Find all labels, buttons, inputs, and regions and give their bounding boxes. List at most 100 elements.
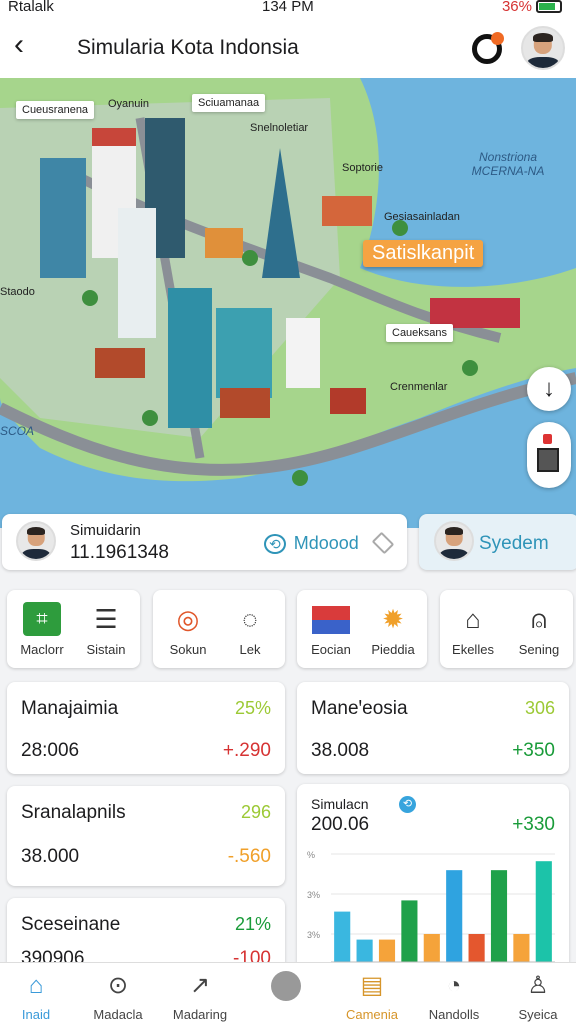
tab-calendar[interactable]: ▤ Camenia — [336, 971, 408, 1022]
avatar-icon — [271, 971, 301, 1001]
quick-action-group: ⌗ Maclorr ☰ Sistain — [7, 590, 140, 668]
map-label[interactable]: Soptorie — [342, 162, 383, 174]
chart-bar[interactable] — [378, 939, 396, 962]
quick-action-chat[interactable]: ◌ Lek — [221, 602, 279, 657]
chart-bar[interactable] — [535, 861, 552, 962]
map-label[interactable]: Crenmenlar — [390, 381, 447, 393]
quick-action-label: Sistain — [86, 642, 126, 657]
tab-profile[interactable]: ♙ Syeica — [502, 971, 574, 1022]
stat-title: Sranalapnils — [21, 802, 126, 823]
map-label[interactable]: Caueksans — [386, 324, 454, 342]
tab-label: Nandolls — [428, 1007, 480, 1022]
calendar-icon: ▤ — [360, 972, 384, 999]
quick-action-flag[interactable]: Eocian — [303, 602, 359, 657]
chart-bar[interactable] — [356, 939, 373, 962]
stat-card[interactable]: Manajaimia 25% 28:006 +.290 — [7, 682, 285, 774]
sync-icon[interactable] — [472, 32, 504, 64]
stat-delta: +.290 — [222, 740, 271, 761]
stat-card[interactable]: Sranalapnils 296 38.000 -.560 — [7, 786, 285, 886]
tab-label: Camenia — [345, 1007, 399, 1022]
tab-label: Syeica — [518, 1007, 558, 1022]
back-button[interactable]: ‹ — [14, 30, 24, 60]
map-label[interactable]: Sciuamanaa — [192, 94, 266, 112]
user-icon: ⍝ — [531, 604, 547, 634]
chart-bar[interactable] — [468, 934, 485, 962]
bottom-tab-bar: ⌂ Inaid ⊙ Madacla ↗ Madaring ▤ Camenia ◔ Nand… — [0, 962, 576, 1024]
chart-tick-label: 3% — [307, 890, 320, 900]
avatar[interactable] — [521, 26, 565, 70]
stat-card[interactable]: Maneꞌeosia 306 38.008 +350 — [297, 682, 569, 774]
quick-action-sun[interactable]: ✹ Pieddia — [365, 602, 421, 657]
stat-delta: +350 — [512, 740, 555, 761]
stat-title: Sceseinane — [21, 914, 121, 935]
tab-trend[interactable]: ↗ Madaring — [164, 971, 236, 1022]
chart-bar[interactable] — [490, 870, 508, 962]
map-label[interactable]: Staodo — [0, 286, 35, 298]
sim-value: 11.1961348 — [70, 542, 169, 563]
tab-search[interactable]: ⊙ Madacla — [82, 971, 154, 1022]
system-card[interactable]: Syedem — [419, 514, 576, 570]
sun-icon: ✹ — [382, 604, 404, 634]
battery-text: 36% — [501, 0, 532, 15]
chart-bar[interactable] — [401, 900, 418, 962]
quick-action-user[interactable]: ⍝ Sening — [510, 602, 568, 657]
quick-action-government[interactable]: ⌂ Ekelles — [444, 602, 502, 657]
stat-percent: 25% — [234, 698, 271, 718]
map-label[interactable]: Oyanuin — [108, 98, 149, 110]
tag-icon[interactable] — [371, 531, 395, 555]
quick-action-map[interactable]: ⌗ Maclorr — [13, 602, 71, 657]
tab-avatar[interactable] — [250, 971, 322, 1001]
system-label: Syedem — [479, 533, 549, 554]
time-text: 134 PM — [262, 0, 314, 15]
stat-delta: -.560 — [227, 846, 271, 867]
stat-percent: 21% — [234, 914, 271, 934]
sim-label: Simuidarin — [70, 522, 141, 539]
sync-icon[interactable]: ⟲ — [399, 796, 416, 813]
map-icon: ⌗ — [23, 602, 61, 636]
tab-home[interactable]: ⌂ Inaid — [0, 971, 72, 1022]
quick-action-label: Lek — [239, 642, 261, 657]
flag-icon — [312, 606, 350, 634]
quick-action-label: Ekelles — [452, 642, 494, 657]
stat-value: 38.000 — [21, 846, 80, 867]
map-highlight-badge[interactable]: Satislkanpit — [363, 240, 484, 267]
mode-label: Mdoood — [293, 533, 359, 553]
stat-title: Maneꞌeosia — [311, 698, 408, 719]
quick-action-group: ⌂ Ekelles ⍝ Sening — [440, 590, 573, 668]
simulation-card[interactable]: Simuidarin 11.1961348 ⟲ Mdoood — [2, 514, 407, 570]
trend-icon: ↗ — [189, 972, 211, 999]
city-map[interactable]: Cueusranena Oyanuin Sciuamanaa Snelnolet… — [0, 78, 576, 528]
sync-icon: ⟲ — [264, 534, 286, 554]
target-icon: ◎ — [176, 604, 200, 634]
chart-card[interactable]: Simulacn ⟲ 200.06 +330 % 3% 3% — [297, 784, 569, 984]
compass-arrow-icon[interactable]: ↓ — [527, 367, 571, 411]
carrier-text: Rtalalk — [8, 0, 54, 15]
status-bar: Rtalalk 134 PM 36% — [0, 0, 576, 16]
chart-bar[interactable] — [334, 911, 351, 962]
map-label[interactable]: Gesiasainladan — [384, 211, 460, 223]
chart-tick-label: 3% — [307, 930, 320, 940]
quick-action-list[interactable]: ☰ Sistain — [77, 602, 135, 657]
battery-icon — [536, 0, 562, 13]
quick-action-label: Sening — [518, 642, 560, 657]
chart-bar[interactable] — [446, 870, 463, 962]
water-label: SCOA — [0, 424, 35, 438]
gauge-icon: ◔ — [446, 972, 462, 999]
chart-bar[interactable] — [513, 934, 530, 962]
app-bar: ‹ Simularia Kota Indonsia — [0, 16, 576, 78]
map-label[interactable]: Snelnoletiar — [250, 122, 308, 134]
map-label[interactable]: Cueusranena — [16, 101, 95, 119]
tab-gauge[interactable]: ◔ Nandolls — [418, 971, 490, 1022]
chart-title: Simulacn — [311, 796, 369, 812]
tab-label: Madacla — [93, 1007, 143, 1022]
quick-action-group: ◎ Sokun ◌ Lek — [153, 590, 285, 668]
tab-label: Inaid — [21, 1007, 51, 1022]
quick-action-group: Eocian ✹ Pieddia — [297, 590, 427, 668]
zoom-control-icon[interactable] — [527, 422, 571, 488]
quick-action-target[interactable]: ◎ Sokun — [159, 602, 217, 657]
chart-value: 200.06 — [311, 814, 370, 835]
search-icon: ⊙ — [107, 972, 129, 999]
mode-button[interactable]: ⟲ Mdoood — [264, 533, 359, 554]
chart-bar[interactable] — [423, 934, 440, 962]
map-canvas — [0, 78, 576, 486]
